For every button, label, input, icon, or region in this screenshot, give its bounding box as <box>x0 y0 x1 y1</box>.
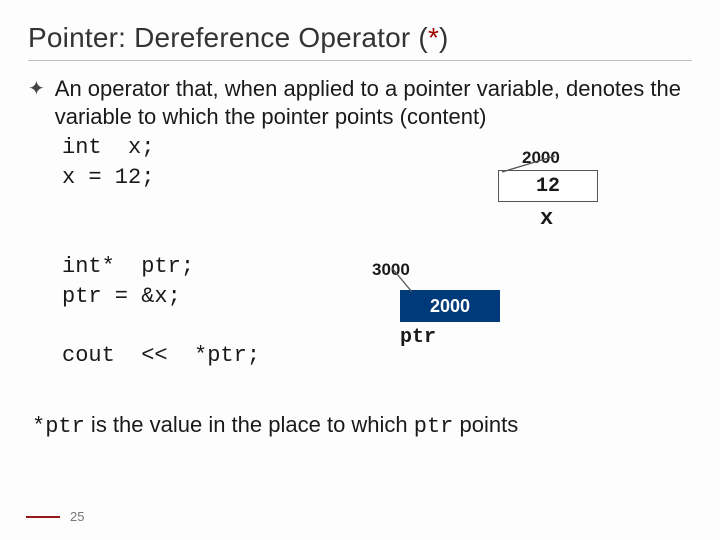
bullet-block: ✦ An operator that, when applied to a po… <box>28 75 692 131</box>
title-row: Pointer: Dereference Operator (*) <box>28 22 692 61</box>
footnote-mid: is the value in the place to which <box>85 412 414 437</box>
label-x: x <box>540 206 553 231</box>
slide-root: Pointer: Dereference Operator (*) ✦ An o… <box>0 0 720 540</box>
code-line-2: x = 12; <box>62 165 154 190</box>
value-ptr: 2000 <box>430 296 470 316</box>
footnote-ptr-deref: *ptr <box>32 414 85 439</box>
slide-footer: 25 <box>26 509 84 524</box>
memory-box-x: 12 <box>498 170 598 202</box>
code-line-3: int* ptr; <box>62 254 194 279</box>
code-line-1: int x; <box>62 135 154 160</box>
title-asterisk: * <box>428 22 439 53</box>
code-line-5: cout << *ptr; <box>62 343 260 368</box>
code-block-1: int x; x = 12; int* ptr; ptr = &x; cout … <box>62 133 692 371</box>
title-pre: Pointer: Dereference Operator ( <box>28 22 428 53</box>
memory-box-ptr: 2000 <box>400 290 500 322</box>
footer-bar-icon <box>26 516 60 518</box>
footnote: *ptr is the value in the place to which … <box>32 412 518 439</box>
address-ptr: 3000 <box>372 260 410 280</box>
slide-title: Pointer: Dereference Operator (*) <box>28 22 449 53</box>
footnote-ptr: ptr <box>414 414 454 439</box>
bullet-text: An operator that, when applied to a poin… <box>55 75 692 131</box>
label-ptr: ptr <box>400 326 436 349</box>
value-x: 12 <box>499 175 597 198</box>
footnote-end: points <box>453 412 518 437</box>
code-line-4: ptr = &x; <box>62 284 181 309</box>
page-number: 25 <box>70 509 84 524</box>
address-x: 2000 <box>522 148 560 168</box>
bullet-icon: ✦ <box>28 77 45 103</box>
title-post: ) <box>439 22 449 53</box>
